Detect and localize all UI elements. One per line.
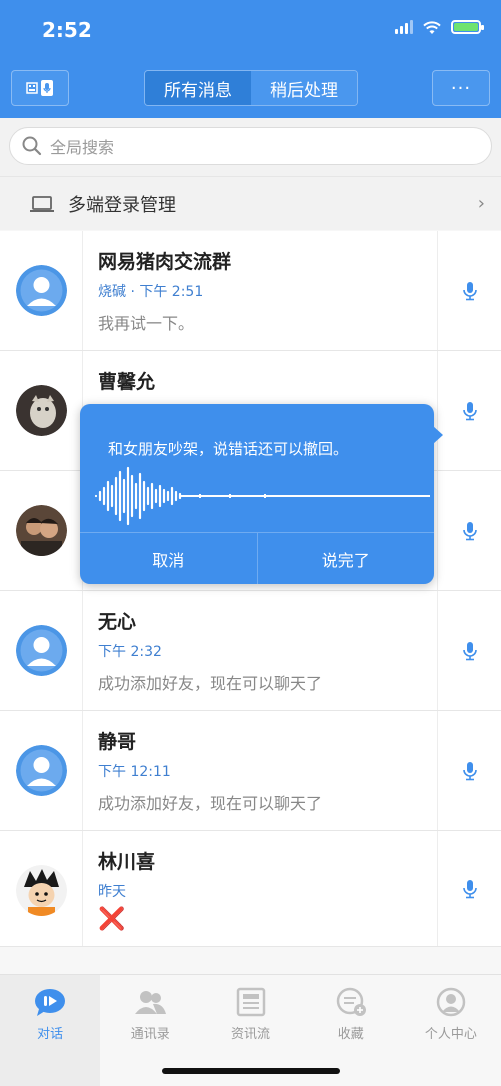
chat-row[interactable]: 静哥 下午 12:11 成功添加好友，现在可以聊天了 xyxy=(0,711,501,831)
voice-reply-button[interactable] xyxy=(437,831,501,946)
avatar xyxy=(16,505,67,556)
contacts-icon xyxy=(135,991,167,1014)
tab-label: 对话 xyxy=(37,1027,64,1042)
chat-meta: 下午 12:11 xyxy=(98,764,171,780)
laptop-icon xyxy=(30,195,54,212)
chat-name: 林川喜 xyxy=(98,851,156,873)
news-icon xyxy=(236,987,265,1017)
avatar xyxy=(16,385,67,436)
voice-reply-button[interactable] xyxy=(437,591,501,710)
chat-preview: 成功添加好友，现在可以聊天了 xyxy=(98,674,323,693)
chat-list: 网易猪肉交流群 烧碱 · 下午 2:51 我再试一下。 曹馨允 无心 下午 2:… xyxy=(0,231,501,947)
chevron-right-icon: › xyxy=(477,193,485,214)
app-header: 2:52 所有消息 稍后处理 ··· xyxy=(0,0,501,118)
chat-preview: 我再试一下。 xyxy=(98,314,195,333)
tab-all-messages[interactable]: 所有消息 xyxy=(145,71,251,105)
favorites-icon xyxy=(336,987,366,1016)
avatar xyxy=(16,865,67,916)
chat-row[interactable]: 无心 下午 2:32 成功添加好友，现在可以聊天了 xyxy=(0,591,501,711)
chat-row[interactable]: 网易猪肉交流群 烧碱 · 下午 2:51 我再试一下。 xyxy=(0,231,501,351)
voice-reply-button[interactable] xyxy=(437,231,501,350)
chat-meta: 烧碱 · 下午 2:51 xyxy=(98,284,204,300)
waveform-icon xyxy=(94,466,430,526)
wifi-icon xyxy=(423,20,441,34)
mic-icon xyxy=(462,521,477,540)
more-button[interactable]: ··· xyxy=(432,70,490,106)
chat-name: 静哥 xyxy=(98,731,137,753)
cancel-button[interactable]: 取消 xyxy=(80,533,258,584)
popup-actions: 取消 说完了 xyxy=(80,532,434,584)
tab-label: 资讯流 xyxy=(231,1027,271,1042)
tab-later[interactable]: 稍后处理 xyxy=(251,71,357,105)
voice-reply-button[interactable] xyxy=(437,351,501,470)
avatar xyxy=(16,745,67,796)
keyboard-mic-icon xyxy=(26,80,53,96)
signal-icon xyxy=(395,20,413,34)
voice-input-popup: 和女朋友吵架，说错话还可以撤回。 取消 说完了 xyxy=(80,404,443,584)
multi-login-row[interactable]: 多端登录管理 › xyxy=(0,176,501,230)
voice-reply-button[interactable] xyxy=(437,711,501,830)
profile-icon xyxy=(436,987,466,1017)
tab-label: 个人中心 xyxy=(424,1027,477,1042)
chat-meta: 昨天 xyxy=(98,884,126,900)
voice-transcript: 和女朋友吵架，说错话还可以撤回。 xyxy=(108,440,349,458)
status-time: 2:52 xyxy=(42,18,92,42)
chat-name: 曹馨允 xyxy=(98,371,156,393)
tab-label: 通讯录 xyxy=(130,1027,170,1042)
popup-caret xyxy=(433,426,443,444)
search-bar: 全局搜索 xyxy=(0,118,501,176)
chat-icon xyxy=(35,989,66,1016)
mic-icon xyxy=(462,401,477,420)
chat-preview: ❌ xyxy=(98,907,126,932)
chat-name: 网易猪肉交流群 xyxy=(98,251,232,273)
avatar xyxy=(16,625,67,676)
voice-assistant-button[interactable] xyxy=(11,70,69,106)
search-placeholder: 全局搜索 xyxy=(50,138,115,157)
done-speaking-button[interactable]: 说完了 xyxy=(258,533,435,584)
tab-chat[interactable]: 对话 xyxy=(0,975,101,1086)
chat-row[interactable]: 林川喜 昨天 ❌ xyxy=(0,831,501,947)
chat-meta: 下午 2:32 xyxy=(98,644,162,660)
search-icon xyxy=(22,136,42,156)
status-icons xyxy=(395,20,484,34)
voice-reply-button[interactable] xyxy=(437,471,501,590)
mic-icon xyxy=(462,281,477,300)
chat-preview: 成功添加好友，现在可以聊天了 xyxy=(98,794,323,813)
chat-name: 无心 xyxy=(98,611,137,633)
avatar xyxy=(16,265,67,316)
tab-profile[interactable]: 个人中心 xyxy=(401,975,501,1086)
multi-login-label: 多端登录管理 xyxy=(68,194,176,216)
mic-icon xyxy=(462,761,477,780)
home-indicator xyxy=(162,1068,340,1074)
tab-label: 收藏 xyxy=(337,1027,364,1042)
battery-icon xyxy=(451,20,484,34)
message-filter-tabs: 所有消息 稍后处理 xyxy=(144,70,358,106)
mic-icon xyxy=(462,879,477,898)
search-input[interactable]: 全局搜索 xyxy=(9,127,492,165)
mic-icon xyxy=(462,641,477,660)
